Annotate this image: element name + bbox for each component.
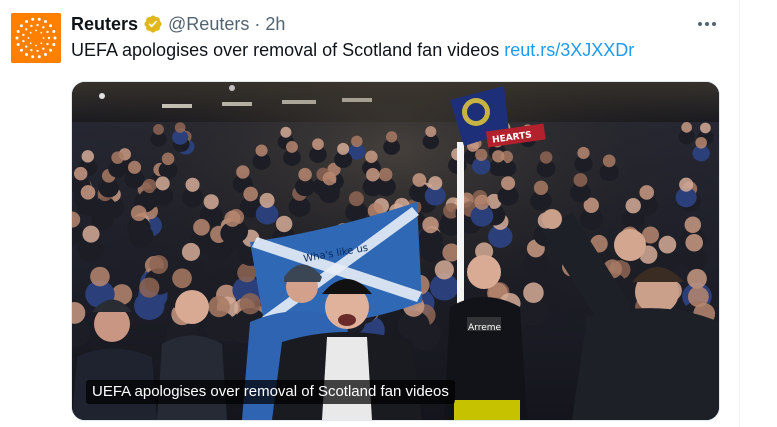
more-dot <box>712 22 716 26</box>
tweet-header: Reuters @Reuters · 2h <box>71 12 285 36</box>
more-options-icon[interactable] <box>694 14 720 34</box>
separator-dot: · <box>254 13 261 34</box>
author-handle[interactable]: @Reuters <box>168 14 249 35</box>
author-name[interactable]: Reuters <box>71 14 138 35</box>
more-dot <box>698 22 702 26</box>
tweet-text: UEFA apologises over removal of Scotland… <box>71 40 634 61</box>
tweet-card[interactable]: Reuters @Reuters · 2h UEFA apologises ov… <box>0 0 739 427</box>
media-caption: UEFA apologises over removal of Scotland… <box>86 380 455 404</box>
stadium-crowd-photo: Wha's like us HEARTS Arreme <box>72 82 719 420</box>
column-divider <box>739 0 740 427</box>
tweet-body: UEFA apologises over removal of Scotland… <box>71 40 500 60</box>
tweet-media[interactable]: Wha's like us HEARTS Arreme <box>71 81 720 421</box>
tweet-link[interactable]: reut.rs/3XJXXDr <box>504 40 634 60</box>
timestamp[interactable]: 2h <box>265 14 285 35</box>
more-dot <box>705 22 709 26</box>
shirt-text: Arreme <box>468 323 502 333</box>
reuters-logo-icon <box>11 13 61 63</box>
verified-badge-icon <box>144 15 162 33</box>
avatar[interactable] <box>11 13 61 63</box>
